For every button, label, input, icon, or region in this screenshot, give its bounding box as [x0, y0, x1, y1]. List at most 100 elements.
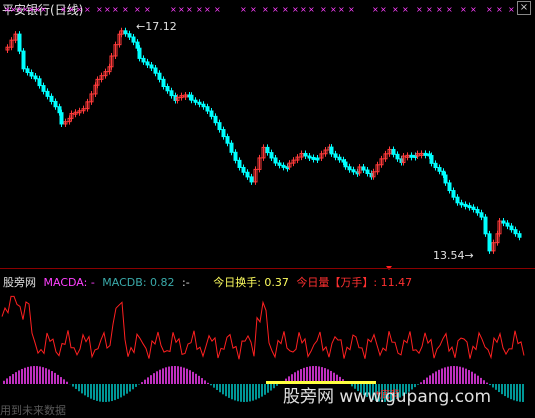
- candle-body: [225, 136, 230, 144]
- candle-body: [463, 203, 468, 207]
- candle-body: [59, 112, 64, 125]
- candle-body: [277, 162, 282, 166]
- candle-body: [513, 229, 518, 235]
- panel-divider: [0, 268, 535, 269]
- candle-body: [57, 106, 62, 114]
- candle-body: [351, 169, 356, 173]
- candle-body: [479, 212, 484, 218]
- turnover-label: 今日换手: 0.37: [213, 276, 289, 289]
- macdb-label: MACDB: 0.82: [102, 276, 175, 289]
- marker-x: ×: [292, 5, 299, 14]
- marker-x: ×: [496, 5, 503, 14]
- candle-body: [137, 47, 142, 59]
- candle-body: [169, 90, 174, 97]
- candle-body: [471, 206, 476, 210]
- marker-x: ×: [508, 5, 515, 14]
- marker-x: ×: [470, 5, 477, 14]
- low-price-label: 13.54→: [433, 249, 474, 262]
- marker-x: ×: [402, 5, 409, 14]
- candle-body: [447, 182, 452, 192]
- candle-body: [145, 61, 150, 66]
- candle-body: [365, 169, 370, 175]
- candle-body: [455, 196, 460, 204]
- candle-body: [25, 68, 30, 74]
- candle-body: [41, 85, 46, 92]
- marker-x: ×: [392, 5, 399, 14]
- candle-body: [281, 164, 286, 168]
- candle-body: [487, 233, 492, 252]
- candle-body: [189, 94, 194, 101]
- marker-x: ×: [372, 5, 379, 14]
- candle-body: [221, 129, 226, 138]
- candle-body: [517, 233, 522, 238]
- candle-body: [423, 152, 428, 156]
- candle-body: [33, 75, 38, 80]
- marker-x: ×: [308, 5, 315, 14]
- candle-body: [437, 167, 442, 172]
- marker-x: ×: [104, 5, 111, 14]
- candle-body: [123, 30, 128, 35]
- marker-x: ×: [460, 5, 467, 14]
- candle-body: [131, 36, 136, 43]
- marker-x: ×: [76, 5, 83, 14]
- candle-body: [29, 72, 34, 77]
- marker-x: ×: [122, 5, 129, 14]
- candle-body: [141, 57, 146, 63]
- candle-body: [343, 161, 348, 168]
- marker-x: ×: [240, 5, 247, 14]
- marker-x: ×: [282, 5, 289, 14]
- volume-label: 今日量【万手】: 11.47: [296, 276, 413, 289]
- candle-body: [157, 72, 162, 80]
- marker-x: ×: [330, 5, 337, 14]
- marker-x: ×: [178, 5, 185, 14]
- marker-x: ×: [338, 5, 345, 14]
- indicator-name: 股旁网: [3, 276, 36, 289]
- candle-body: [443, 174, 448, 184]
- candle-body: [315, 157, 320, 161]
- marker-x: ×: [486, 5, 493, 14]
- candle-body: [509, 225, 514, 231]
- candle-body: [475, 208, 480, 214]
- candle-body: [21, 50, 26, 70]
- candle-body: [451, 190, 456, 198]
- candle-body: [245, 171, 250, 178]
- marker-x: ×: [262, 5, 269, 14]
- marker-x: ×: [446, 5, 453, 14]
- candle-body: [409, 154, 414, 158]
- candle-body: [161, 78, 166, 88]
- macda-label: MACDA: -: [43, 276, 95, 289]
- candle-body: [303, 152, 308, 157]
- candle-body: [347, 166, 352, 171]
- marker-x: ×: [272, 5, 279, 14]
- candle-body: [467, 205, 472, 209]
- candle-body: [45, 90, 50, 97]
- candle-body: [193, 99, 198, 103]
- indicator-bar: 股旁网 MACDA: - MACDB: 0.82 :- 今日换手: 0.37 今…: [3, 274, 416, 290]
- candle-body: [49, 95, 54, 102]
- candle-body: [337, 156, 342, 161]
- candle-body: [329, 146, 334, 155]
- candle-body: [127, 33, 132, 38]
- candle-body: [37, 78, 42, 87]
- candle-body: [265, 146, 270, 154]
- candle-body: [201, 103, 206, 108]
- candle-body: [149, 64, 154, 69]
- candle-body: [209, 110, 214, 117]
- marker-x: ×: [348, 5, 355, 14]
- stock-chart-canvas: × × × × × × × × × × × × × × × × × × × × × × × × × × × × × × × × × × × × × × × ×…: [1, 5, 525, 402]
- candle-body: [233, 151, 238, 161]
- candle-body: [361, 166, 366, 171]
- high-price-label: ←17.12: [136, 20, 177, 33]
- candle-body: [483, 216, 488, 235]
- candle-body: [53, 100, 58, 108]
- marker-x: ×: [196, 5, 203, 14]
- marker-x: ×: [416, 5, 423, 14]
- candle-body: [273, 157, 278, 164]
- marker-x: ×: [436, 5, 443, 14]
- candle-body: [135, 41, 140, 49]
- candle-body: [153, 67, 158, 74]
- marker-x: ×: [84, 5, 91, 14]
- candle-body: [311, 156, 316, 160]
- candle-body: [433, 162, 438, 169]
- marker-x: ×: [144, 5, 151, 14]
